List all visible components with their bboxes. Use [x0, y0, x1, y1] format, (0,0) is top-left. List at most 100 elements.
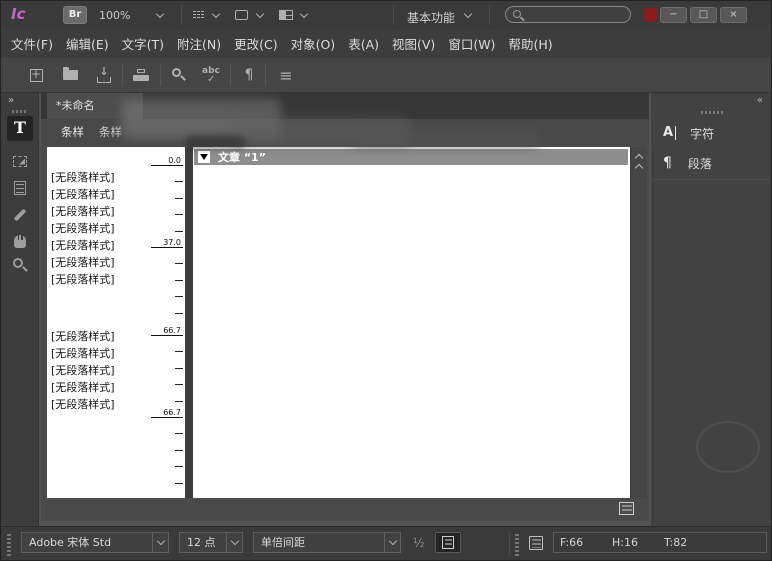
story-text-area[interactable]: 文章 “1” — [193, 147, 630, 498]
story-stats-button[interactable] — [529, 536, 543, 550]
tools-panel: » T — [1, 93, 39, 526]
story-header[interactable]: 文章 “1” — [194, 149, 628, 165]
maximize-button[interactable]: □ — [690, 7, 717, 23]
paragraph-style-row: [无段落样式] — [51, 169, 115, 185]
toolbar-menu-button[interactable]: ≡ — [273, 62, 299, 88]
paragraph-icon: ¶ — [663, 155, 672, 171]
note-tool[interactable] — [5, 176, 35, 200]
document-tab[interactable]: *未命名 — [47, 93, 143, 119]
ruler-major-tick: 0.0 — [151, 165, 183, 166]
workspace-switcher[interactable]: 基本功能 — [407, 9, 455, 26]
menu-item-4[interactable]: 更改(C) — [234, 34, 277, 53]
bridge-button[interactable]: Br — [63, 6, 87, 24]
display-performance-chevron-icon[interactable] — [212, 10, 220, 18]
display-performance-button[interactable] — [193, 9, 204, 20]
divider — [651, 179, 772, 180]
font-size-select[interactable]: 12 点 — [179, 532, 243, 553]
font-size-chevron-icon[interactable] — [226, 533, 242, 552]
screen-mode-chevron-icon[interactable] — [256, 10, 264, 18]
story-title: 文章 “1” — [218, 149, 266, 165]
column-divider — [185, 147, 193, 498]
zoom-tool[interactable] — [5, 253, 35, 277]
expand-panel-icon[interactable]: » — [8, 95, 14, 106]
close-button[interactable]: × — [720, 7, 747, 23]
save-button[interactable]: ↓ — [91, 62, 117, 88]
leading-chevron-icon[interactable] — [384, 533, 400, 552]
watermark — [696, 421, 760, 473]
open-button[interactable] — [57, 62, 83, 88]
print-button[interactable] — [128, 62, 154, 88]
line-spacing-icon[interactable]: ½ — [413, 536, 425, 550]
ruler-minor-tick — [175, 313, 183, 314]
paragraph-panel-button[interactable]: ¶ 段落 — [651, 149, 772, 177]
leading-select[interactable]: 单倍间距 — [253, 532, 401, 553]
position-tool[interactable] — [5, 149, 35, 173]
position-tool-icon — [13, 156, 27, 167]
app-toolbar: + ↓ abc✓ ¶ ≡ — [1, 58, 772, 93]
ruler-label: 0.0 — [168, 156, 181, 165]
paragraph-style-row: [无段落样式] — [51, 362, 115, 378]
ruler-minor-tick — [175, 368, 183, 369]
eyedropper-tool[interactable] — [5, 203, 35, 227]
dock-gripper[interactable] — [701, 111, 725, 114]
galley-marks-button-active[interactable] — [435, 532, 461, 553]
statusbar-gripper[interactable] — [7, 534, 11, 556]
font-family-select[interactable]: Adobe 宋体 Std — [21, 532, 169, 553]
ruler-minor-tick — [175, 466, 183, 467]
new-document-button[interactable]: + — [23, 62, 49, 88]
ruler-minor-tick — [175, 280, 183, 281]
type-tool[interactable]: T — [7, 116, 33, 141]
minimize-button[interactable]: − — [660, 7, 687, 23]
find-button[interactable] — [166, 62, 192, 88]
paragraph-style-row: [无段落样式] — [51, 379, 115, 395]
zoom-dropdown-chevron-icon[interactable] — [156, 10, 164, 18]
paragraph-style-row: [无段落样式] — [51, 220, 115, 236]
view-tab-galley[interactable]: 条样 — [61, 119, 84, 145]
arrange-documents-icon[interactable] — [279, 10, 293, 20]
scroll-up-icon[interactable] — [635, 154, 643, 162]
vertical-scrollbar[interactable] — [630, 147, 647, 498]
search-input[interactable] — [505, 6, 631, 23]
menu-item-0[interactable]: 文件(F) — [11, 34, 53, 53]
leading-value: 单倍间距 — [261, 533, 305, 552]
menu-item-2[interactable]: 文字(T) — [122, 34, 164, 53]
menu-item-9[interactable]: 帮助(H) — [508, 34, 552, 53]
statusbar-gripper-2[interactable] — [515, 534, 519, 556]
paragraph-style-row: [无段落样式] — [51, 396, 115, 412]
view-tab-galley-2[interactable]: 条样 — [99, 119, 122, 145]
story-collapse-button[interactable] — [198, 151, 210, 163]
incopy-logo-icon: Ic — [11, 5, 25, 23]
font-family-chevron-icon[interactable] — [152, 533, 168, 552]
paragraph-style-row: [无段落样式] — [51, 254, 115, 270]
panel-gripper[interactable] — [12, 110, 28, 113]
count-t: T:82 — [664, 533, 687, 552]
menu-item-1[interactable]: 编辑(E) — [66, 34, 109, 53]
ruler-minor-tick — [175, 401, 183, 402]
title-bar: Ic Br 100% 基本功能 − □ × — [1, 1, 772, 29]
spell-check-icon: abc✓ — [202, 67, 220, 83]
triangle-down-icon — [200, 154, 208, 160]
collapse-panels-icon[interactable]: « — [757, 95, 763, 106]
scroll-up-icon-2[interactable] — [635, 164, 643, 172]
divider — [160, 64, 161, 86]
arrange-documents-chevron-icon[interactable] — [300, 10, 308, 18]
menu-item-7[interactable]: 视图(V) — [392, 34, 435, 53]
menu-item-3[interactable]: 附注(N) — [177, 34, 221, 53]
menu-item-8[interactable]: 窗口(W) — [448, 34, 495, 53]
screen-mode-icon[interactable] — [235, 10, 248, 20]
character-panel-button[interactable]: A 字符 — [651, 119, 772, 147]
paragraph-style-row: [无段落样式] — [51, 328, 115, 344]
workspace-chevron-icon[interactable] — [464, 10, 472, 18]
spell-check-button[interactable]: abc✓ — [198, 62, 224, 88]
open-folder-icon — [63, 70, 78, 80]
galley-marks-icon — [442, 536, 454, 549]
menu-item-6[interactable]: 表(A) — [348, 34, 379, 53]
incopy-window: Ic Br 100% 基本功能 − □ × — [0, 0, 772, 561]
show-hidden-characters-button[interactable]: ¶ — [236, 62, 262, 88]
menu-item-5[interactable]: 对象(O) — [291, 34, 336, 53]
hand-tool[interactable] — [5, 229, 35, 253]
paragraph-style-row: [无段落样式] — [51, 186, 115, 202]
story-info-icon[interactable] — [619, 502, 634, 515]
ruler-label: 66.7 — [163, 408, 181, 417]
new-document-icon: + — [30, 69, 43, 82]
